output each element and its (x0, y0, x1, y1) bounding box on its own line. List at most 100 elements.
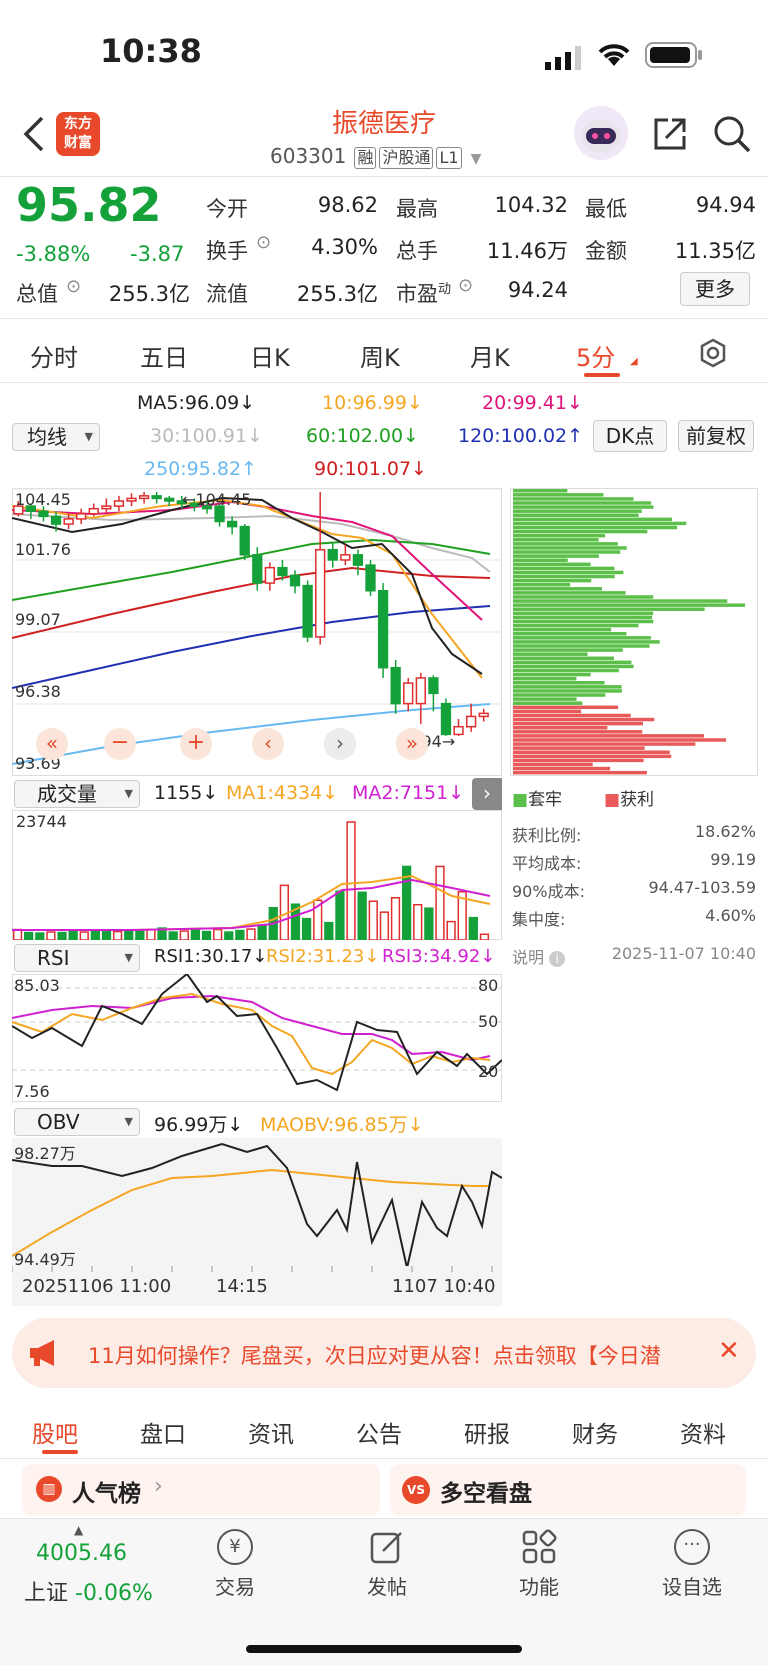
index-line[interactable]: 上证 -0.06% (24, 1575, 153, 1607)
dk-point-button[interactable]: DK点 (593, 420, 667, 452)
zoom-in-button[interactable]: + (180, 728, 212, 760)
chip-bar (513, 676, 577, 681)
index-up-icon: ▲ (74, 1523, 84, 1537)
chip-90-cost-value: 94.47-103.59 (648, 878, 756, 897)
tab-research[interactable]: 研报 (464, 1415, 510, 1449)
chip-bar (513, 562, 591, 567)
mcap-value: 255.3亿 (108, 282, 190, 306)
chip-bar (513, 685, 622, 689)
rsi-y-top: 85.03 (14, 976, 60, 995)
chip-note-link[interactable]: 说明 i (512, 944, 566, 968)
tab-monthly-k[interactable]: 月K (470, 338, 510, 373)
rsi-y-bottom: 7.56 (14, 1082, 50, 1101)
amount-value: 11.35亿 (674, 239, 756, 263)
chip-bar (513, 578, 592, 583)
stock-code-row[interactable]: 603301 融沪股通 L1 ▼ (270, 144, 481, 169)
obv-y-top: 98.27万 (14, 1144, 76, 1163)
card-popularity[interactable]: ▥ 人气榜 › (22, 1464, 380, 1516)
chip-bar (513, 746, 645, 750)
x-tick-start: 20251106 11:00 (22, 1276, 172, 1297)
kline-chart[interactable]: 104.45 101.76 99.07 96.38 93.69 ←104.45 … (12, 488, 502, 776)
close-icon[interactable]: ✕ (718, 1336, 740, 1366)
chip-bar (513, 738, 727, 742)
nav-watchlist[interactable]: ··· 设自选 (652, 1529, 732, 1600)
zoom-out-button[interactable]: − (104, 728, 136, 760)
tab-finance[interactable]: 财务 (572, 1415, 618, 1449)
yen-icon: ¥ (217, 1529, 253, 1565)
more-dots-icon: ··· (674, 1529, 710, 1565)
tab-announcements[interactable]: 公告 (356, 1415, 402, 1449)
candle (277, 566, 288, 577)
share-icon[interactable] (650, 114, 690, 158)
volume-bar (24, 931, 34, 941)
chip-bar (513, 664, 634, 669)
chip-bar (513, 770, 647, 775)
promo-banner[interactable]: 11月如何操作？尾盘买，次日应对更从容！点击领取【今日潜 ✕ (12, 1318, 756, 1388)
signal-icon (545, 40, 585, 78)
volume-chart[interactable]: 23744 (12, 810, 502, 941)
volume-bar (346, 821, 356, 941)
card-bull-bear[interactable]: VS 多空看盘 (390, 1464, 746, 1516)
chevron-down-icon: ▼ (470, 151, 482, 167)
tab-handicap[interactable]: 盘口 (140, 1415, 186, 1449)
info-icon[interactable]: ⊙ (256, 232, 271, 253)
ma-select[interactable]: 均线 ▼ (12, 423, 100, 451)
gear-icon[interactable] (698, 338, 728, 372)
ma5-readout: MA5:96.09↓ (137, 392, 256, 414)
obv-chart[interactable]: 98.27万 94.49万 (11, 1138, 503, 1270)
scroll-left-fast-button[interactable]: « (36, 728, 68, 760)
chip-bar (513, 709, 582, 714)
open-value: 98.62 (317, 193, 378, 217)
chip-distribution-chart (510, 488, 758, 776)
candle (377, 590, 389, 669)
chip-bar (513, 697, 577, 701)
tab-five-day[interactable]: 五日 (140, 338, 188, 373)
scroll-right-button[interactable]: › (324, 728, 356, 760)
nav-trade[interactable]: ¥ 交易 (200, 1529, 270, 1600)
adjust-button[interactable]: 前复权 (678, 420, 754, 452)
card-popularity-title: 人气榜 (72, 1481, 141, 1507)
scroll-right-fast-button[interactable]: » (396, 728, 428, 760)
volume-select[interactable]: 成交量 ▼ (14, 780, 140, 808)
tab-intraday[interactable]: 分时 (30, 338, 78, 373)
volume-bar (179, 930, 189, 941)
search-icon[interactable] (712, 114, 752, 158)
chip-bar (513, 517, 673, 522)
volume-y-tick: 23744 (16, 812, 67, 831)
tab-news[interactable]: 资讯 (248, 1415, 294, 1449)
nav-post[interactable]: 发帖 (352, 1529, 422, 1600)
index-value[interactable]: 4005.46 (36, 1541, 127, 1566)
open-label: 今开 (206, 197, 248, 221)
info-icon[interactable]: ⊙ (66, 276, 81, 297)
tab-forum[interactable]: 股吧 (32, 1415, 78, 1449)
candle (38, 510, 49, 518)
scroll-left-button[interactable]: ‹ (252, 728, 284, 760)
robot-avatar-icon[interactable] (574, 106, 628, 160)
more-button[interactable]: 更多 (680, 272, 750, 306)
chip-bar (513, 644, 650, 648)
chip-bar (513, 721, 644, 726)
nav-functions-label: 功能 (519, 1575, 559, 1599)
candle (403, 682, 414, 705)
card-bull-bear-title: 多空看盘 (440, 1481, 532, 1507)
chip-avg-cost-label: 平均成本: (512, 854, 582, 873)
rsi-select[interactable]: RSI ▼ (14, 944, 140, 972)
vs-icon: VS (402, 1476, 430, 1504)
float-label: 流值 (206, 282, 248, 306)
chip-bar (513, 554, 599, 558)
tab-5min[interactable]: 5分 (576, 338, 615, 373)
candle (88, 507, 99, 515)
rsi-chart[interactable]: 85.03 7.56 80 50 20 (11, 972, 503, 1102)
nav-functions[interactable]: 功能 (504, 1529, 574, 1600)
tab-weekly-k[interactable]: 周K (360, 338, 400, 373)
y-tick-3: 99.07 (15, 610, 61, 629)
obv-select[interactable]: OBV ▼ (14, 1108, 140, 1136)
expand-panel-button[interactable]: › (472, 778, 502, 810)
tab-daily-k[interactable]: 日K (250, 338, 290, 373)
tab-profile[interactable]: 资料 (680, 1415, 726, 1449)
ma90-readout: 90:101.07↓ (314, 458, 427, 480)
chip-bar (513, 742, 696, 746)
triangle-icon: ◢ (630, 356, 638, 367)
volume-bar (90, 930, 101, 941)
chip-bar (513, 750, 670, 754)
